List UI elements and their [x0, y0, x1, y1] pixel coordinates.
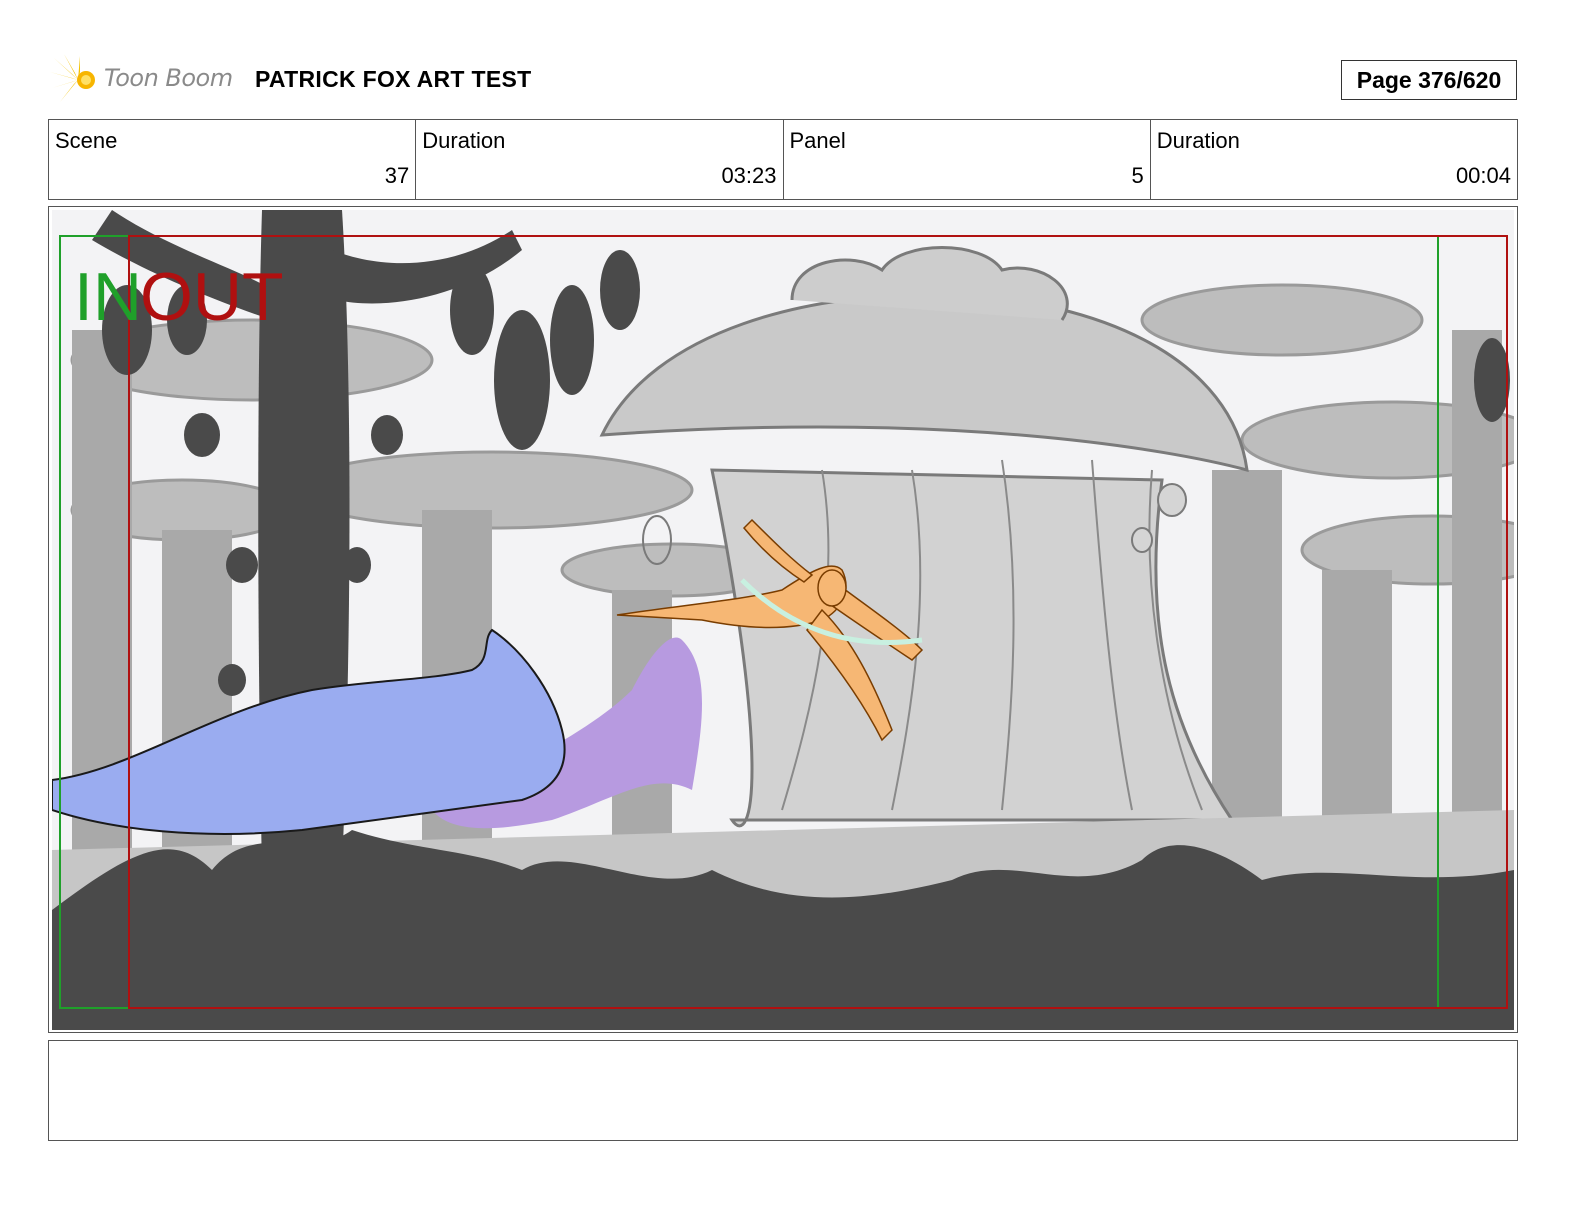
scene-value: 37 [384, 163, 410, 188]
panel-duration-value: 00:04 [1455, 163, 1511, 188]
panel-label: Panel [789, 128, 846, 153]
panel-notes-box [48, 1040, 1518, 1141]
scene-duration-cell: Duration 03:23 [416, 120, 784, 199]
toon-boom-logo: Toon Boom [50, 52, 240, 108]
scene-cell: Scene 37 [49, 120, 417, 199]
panel-duration-label: Duration [1156, 128, 1240, 153]
scene-duration-label: Duration [422, 128, 506, 153]
starburst-icon [50, 54, 95, 102]
panel-value: 5 [1131, 163, 1144, 188]
panel-duration-cell: Duration 00:04 [1151, 120, 1517, 199]
scene-info-row: Scene 37 Duration 03:23 Panel 5 Duration… [48, 119, 1518, 200]
logo-text: Toon Boom [104, 64, 233, 92]
panel-drawing: IN OUT [52, 210, 1514, 1030]
out-marker: OUT [140, 259, 284, 335]
scene-duration-value: 03:23 [721, 163, 777, 188]
project-title: PATRICK FOX ART TEST [255, 66, 532, 92]
page-indicator: Page 376/620 [1341, 60, 1517, 100]
storyboard-panel: IN OUT [48, 206, 1518, 1033]
scene-label: Scene [55, 128, 118, 153]
in-marker: IN [74, 259, 142, 335]
panel-cell: Panel 5 [784, 120, 1151, 199]
